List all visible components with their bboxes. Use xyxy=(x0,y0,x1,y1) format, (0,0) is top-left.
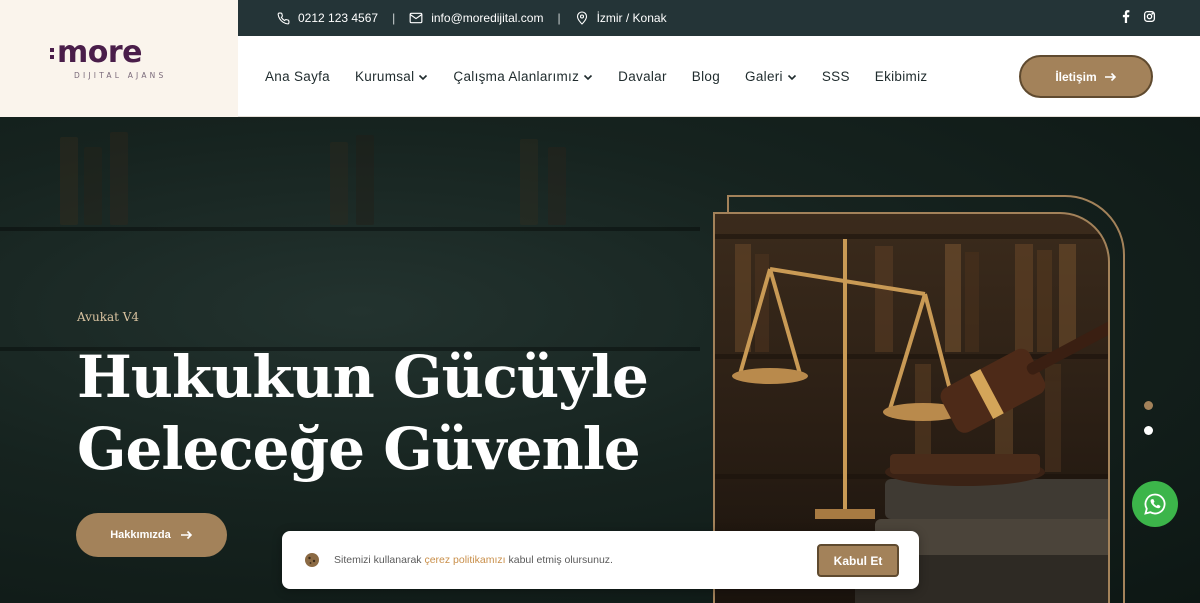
social-links xyxy=(1121,0,1156,36)
nav-label: Davalar xyxy=(618,69,667,84)
contact-button-label: İletişim xyxy=(1055,69,1097,84)
cookie-policy-link[interactable]: çerez politikamızı xyxy=(424,554,505,566)
cookie-banner: Sitemizi kullanarak çerez politikamızı k… xyxy=(282,531,919,589)
slider-pagination xyxy=(1144,401,1153,435)
arrow-right-icon xyxy=(1104,72,1116,81)
top-bar: 0212 123 4567 | info@moredijital.com | İ… xyxy=(238,0,1200,36)
nav-item-ekibimiz[interactable]: Ekibimiz xyxy=(875,69,928,84)
chevron-down-icon xyxy=(584,74,593,80)
cookie-accept-button[interactable]: Kabul Et xyxy=(817,544,899,577)
about-button[interactable]: Hakkımızda xyxy=(76,513,227,557)
slide-dot[interactable] xyxy=(1144,426,1153,435)
hero-title-line-2: Geleceğe Güvenle xyxy=(77,415,641,483)
hero-title-line-1: Hukukun Gücüyle xyxy=(77,343,649,411)
contact-button[interactable]: İletişim xyxy=(1019,55,1153,98)
hero-eyebrow: Avukat V4 xyxy=(77,310,140,324)
email-text: info@moredijital.com xyxy=(431,11,544,25)
slide-dot[interactable] xyxy=(1144,401,1153,410)
nav-item-galeri[interactable]: Galeri xyxy=(745,69,797,84)
nav-label: Kurumsal xyxy=(355,69,415,84)
about-button-label: Hakkımızda xyxy=(110,529,171,541)
chevron-down-icon xyxy=(419,74,428,80)
cookie-icon xyxy=(305,553,319,567)
nav-item-kurumsal[interactable]: Kurumsal xyxy=(355,69,428,84)
location-text: İzmir / Konak xyxy=(596,11,667,25)
logo[interactable]: more DIJITAL AJANS xyxy=(0,0,238,117)
nav-item-blog[interactable]: Blog xyxy=(692,69,720,84)
phone-icon xyxy=(276,11,290,25)
location-info: İzmir / Konak xyxy=(575,11,667,25)
nav-item-sss[interactable]: SSS xyxy=(822,69,850,84)
logo-subtitle: DIJITAL AJANS xyxy=(74,70,167,80)
cookie-text: Sitemizi kullanarak çerez politikamızı k… xyxy=(334,554,613,566)
cookie-accept-label: Kabul Et xyxy=(833,553,883,568)
nav-label: Ekibimiz xyxy=(874,69,928,84)
nav-item-ana-sayfa[interactable]: Ana Sayfa xyxy=(265,69,330,84)
hero-section: Avukat V4 Hukukun Gücüyle Geleceğe Güven… xyxy=(0,117,1200,603)
phone-contact[interactable]: 0212 123 4567 xyxy=(276,11,378,25)
phone-text: 0212 123 4567 xyxy=(298,11,379,25)
separator: | xyxy=(392,11,396,25)
facebook-icon[interactable] xyxy=(1121,10,1131,26)
separator: | xyxy=(557,11,561,25)
nav-label: SSS xyxy=(821,69,850,84)
instagram-icon[interactable] xyxy=(1143,10,1156,26)
nav-label: Galeri xyxy=(745,69,783,84)
nav-label: Blog xyxy=(691,69,721,84)
chevron-down-icon xyxy=(787,74,796,80)
main-nav: Ana Sayfa Kurumsal Çalışma Alanlarımız D… xyxy=(238,36,1200,117)
whatsapp-icon xyxy=(1144,493,1166,515)
hero-title: Hukukun Gücüyle Geleceğe Güvenle xyxy=(77,341,697,485)
nav-label: Ana Sayfa xyxy=(265,69,330,84)
location-pin-icon xyxy=(575,11,589,25)
logo-mark xyxy=(50,48,54,59)
nav-label: Çalışma Alanlarımız xyxy=(453,69,580,84)
cookie-text-end: kabul etmiş olursunuz. xyxy=(505,554,613,566)
nav-item-calisma-alanlarimiz[interactable]: Çalışma Alanlarımız xyxy=(453,69,593,84)
whatsapp-button[interactable] xyxy=(1132,481,1178,527)
logo-word: more xyxy=(57,34,143,70)
mail-icon xyxy=(409,11,423,25)
arrow-right-icon xyxy=(180,530,192,540)
email-contact[interactable]: info@moredijital.com xyxy=(409,11,543,25)
cookie-text-start: Sitemizi kullanarak xyxy=(334,554,425,566)
nav-item-davalar[interactable]: Davalar xyxy=(618,69,667,84)
